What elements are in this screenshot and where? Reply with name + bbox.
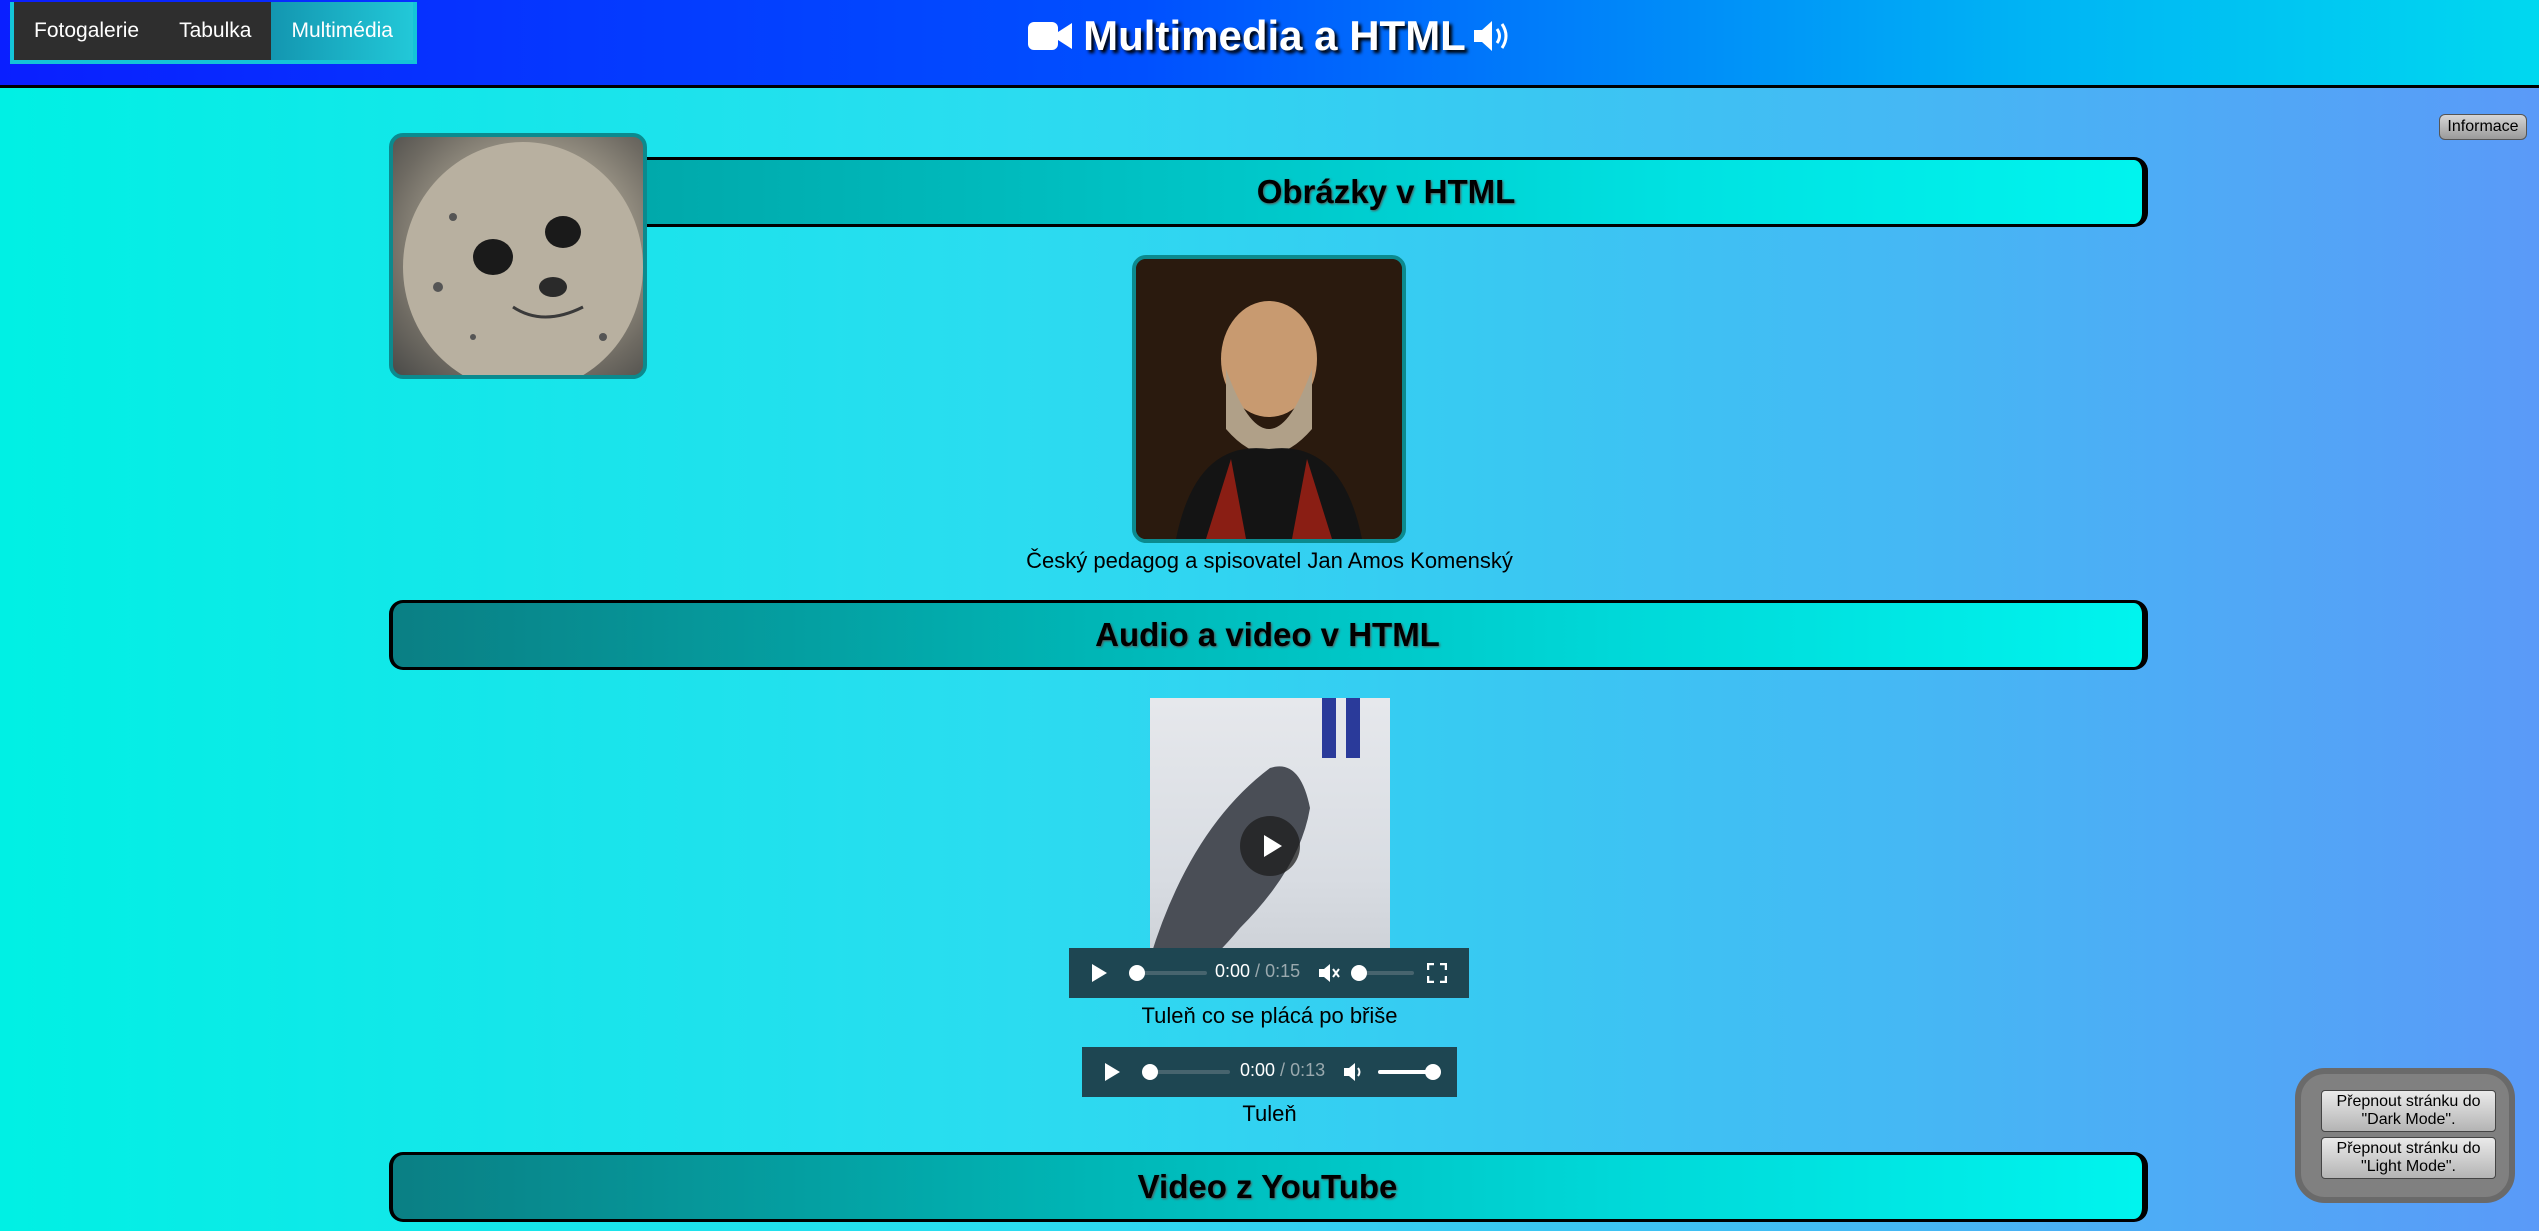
portrait-caption: Český pedagog a spisovatel Jan Amos Kome… [1026, 548, 1513, 573]
section-heading-youtube: Video z YouTube [389, 1152, 2148, 1222]
video-controls: 0:00 / 0:15 [1069, 948, 1469, 998]
dark-mode-button[interactable]: Přepnout stránku do "Dark Mode". [2321, 1090, 2496, 1132]
audio-progress-track[interactable] [1150, 1070, 1230, 1074]
video-volume-knob[interactable] [1351, 965, 1367, 981]
seal-image [389, 133, 647, 379]
audio-play-button[interactable] [1102, 1061, 1122, 1088]
theme-toggle-panel: Přepnout stránku do "Dark Mode". Přepnou… [2295, 1068, 2515, 1203]
audio-time: 0:00 / 0:13 [1240, 1060, 1326, 1080]
page-title: Multimedia a HTML [0, 12, 2539, 63]
video-time: 0:00 / 0:15 [1215, 961, 1301, 981]
komensky-portrait [1132, 255, 1406, 543]
section-heading-images: Obrázky v HTML [630, 157, 2148, 227]
video-caption: Tuleň co se plácá po břiše [1141, 1003, 1398, 1028]
audio-controls: 0:00 / 0:13 [1082, 1047, 1457, 1097]
muted-speaker-icon[interactable] [1317, 961, 1341, 990]
video-camera-icon [1027, 15, 1073, 63]
speaker-icon [1472, 15, 1512, 63]
video-play-button[interactable] [1089, 962, 1109, 989]
play-icon [1264, 835, 1282, 857]
video-progress-track[interactable] [1137, 971, 1207, 975]
audio-caption: Tuleň [1242, 1101, 1297, 1126]
audio-progress-knob[interactable] [1142, 1064, 1158, 1080]
play-icon [1105, 1063, 1120, 1081]
speaker-icon[interactable] [1342, 1060, 1366, 1089]
header-bar: Fotogalerie Tabulka Multimédia Multimedi… [0, 0, 2539, 88]
video-progress-knob[interactable] [1129, 965, 1145, 981]
video-play-overlay-button[interactable] [1240, 816, 1300, 876]
video-volume-track[interactable] [1359, 971, 1414, 975]
fullscreen-icon[interactable] [1426, 962, 1448, 988]
audio-volume-knob[interactable] [1425, 1064, 1441, 1080]
light-mode-button[interactable]: Přepnout stránku do "Light Mode". [2321, 1137, 2496, 1179]
info-button[interactable]: Informace [2439, 114, 2527, 140]
section-heading-audio-video: Audio a video v HTML [389, 600, 2148, 670]
play-icon [1092, 964, 1107, 982]
page-title-text: Multimedia a HTML [1083, 12, 1466, 59]
